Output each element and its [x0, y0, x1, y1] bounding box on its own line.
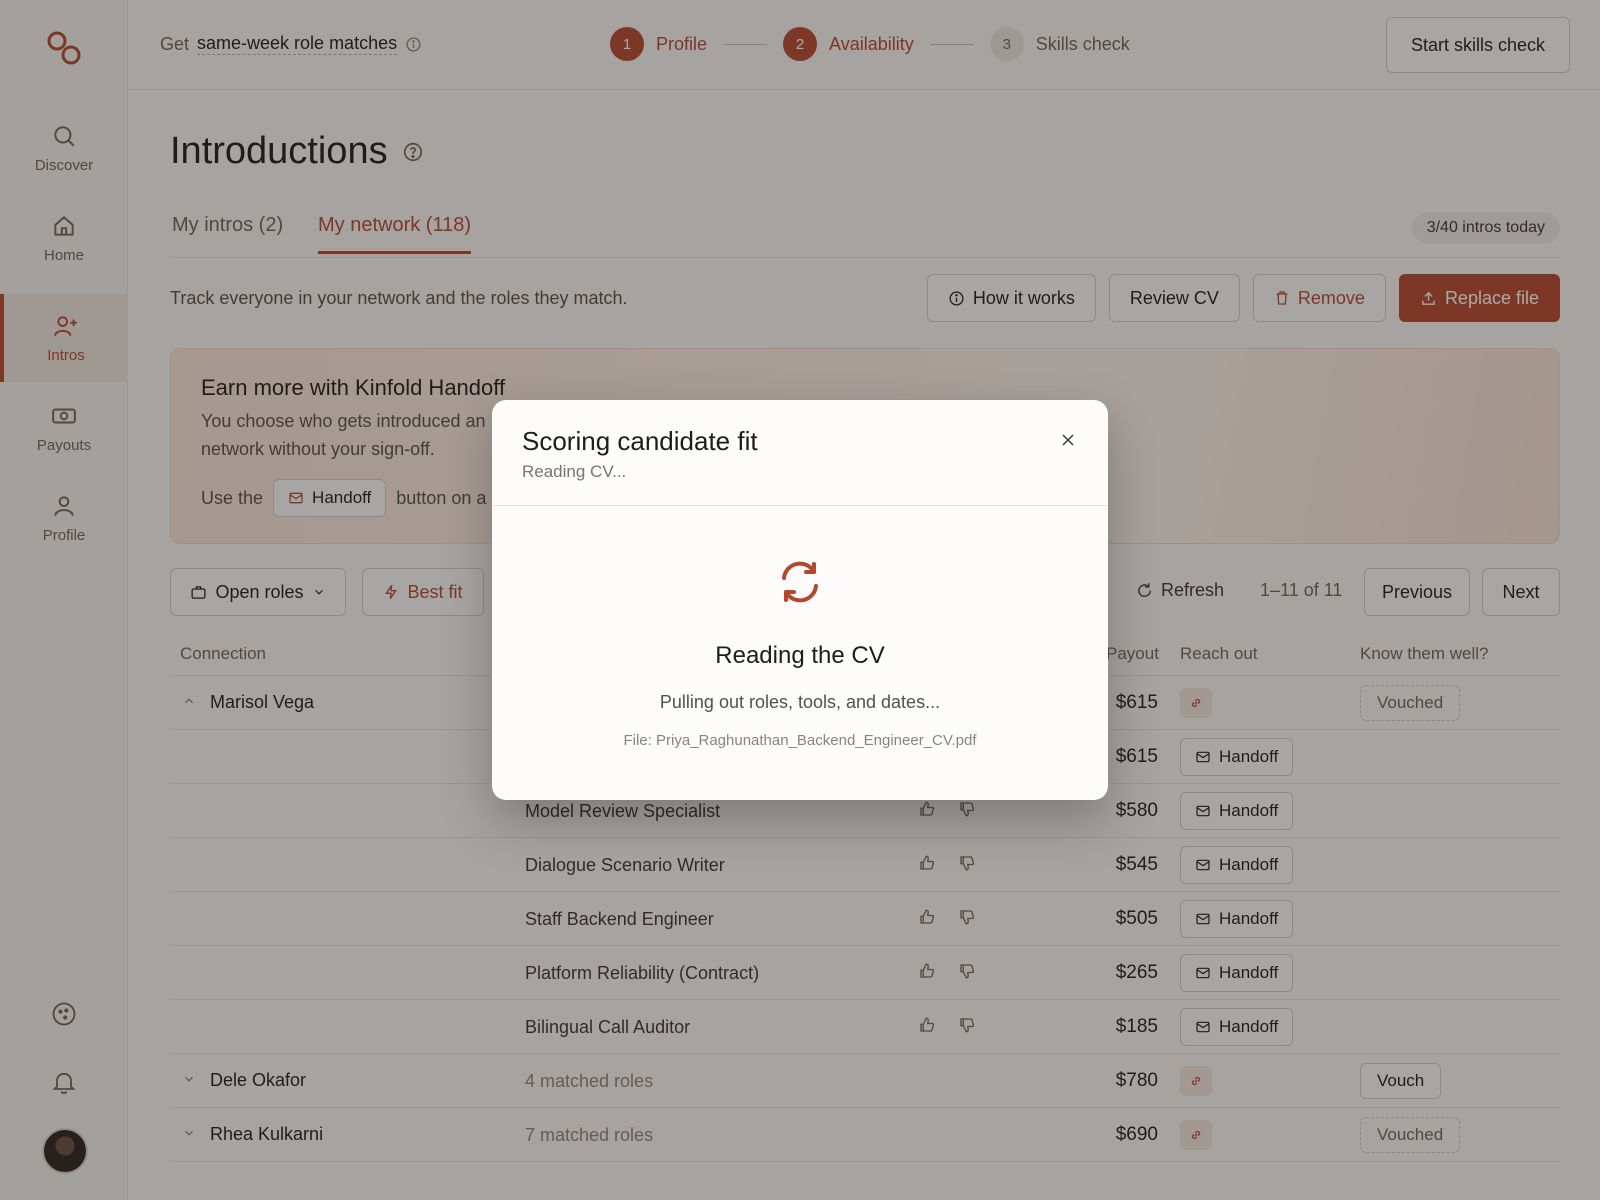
modal-title: Scoring candidate fit [522, 426, 758, 456]
modal-status-text: Pulling out roles, tools, and dates... [659, 692, 941, 712]
modal-status-heading: Reading the CV [715, 642, 885, 669]
app: Discover Home Intros Payouts Profile Get… [0, 0, 1600, 1200]
modal-subtitle: Reading CV... [522, 462, 627, 481]
close-icon[interactable] [1058, 430, 1078, 450]
modal-file-name: File: Priya_Raghunathan_Backend_Engineer… [623, 732, 977, 749]
sync-spinner-icon [782, 561, 818, 603]
modal-header: Scoring candidate fit Reading CV... [492, 400, 1108, 506]
scoring-modal: Scoring candidate fit Reading CV... Read… [492, 400, 1108, 800]
